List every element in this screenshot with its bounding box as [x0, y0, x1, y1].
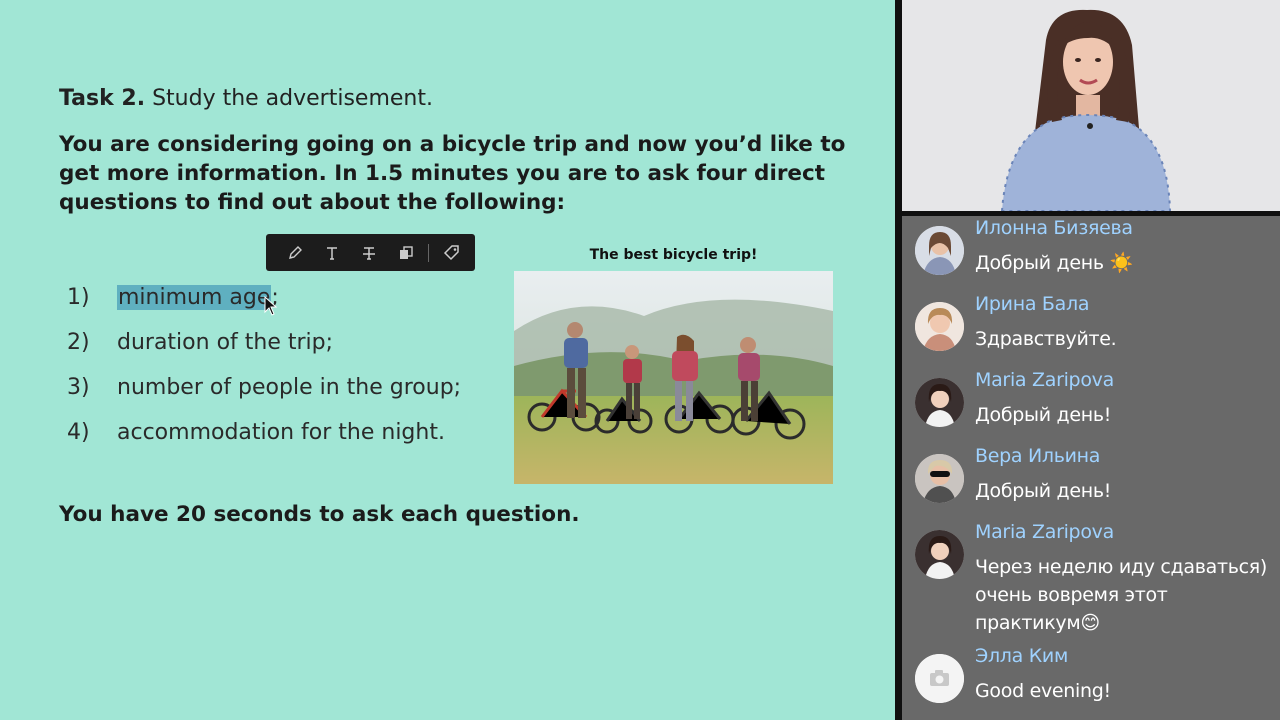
- list-item: 3) number of people in the group;: [67, 365, 461, 410]
- task-label: Task 2.: [59, 86, 146, 111]
- chat-message: Илонна Бизяева Добрый день ☀️: [902, 216, 1280, 292]
- task-text: Study the advertisement.: [145, 86, 433, 111]
- text-icon[interactable]: [313, 234, 350, 271]
- avatar[interactable]: [915, 530, 964, 579]
- list-number: 2): [67, 330, 90, 355]
- tag-icon[interactable]: [433, 234, 470, 271]
- live-chat-panel[interactable]: Илонна Бизяева Добрый день ☀️ Ирина Бала…: [902, 216, 1280, 720]
- chat-message: Ирина Бала Здравствуйте.: [902, 292, 1280, 368]
- strikethrough-icon[interactable]: [350, 234, 387, 271]
- presentation-slide: Task 2. Study the advertisement. You are…: [0, 0, 895, 720]
- advertisement-title: The best bicycle trip!: [589, 247, 758, 263]
- chat-text: Добрый день!: [975, 404, 1112, 426]
- chat-message: Maria Zaripova Добрый день!: [902, 368, 1280, 444]
- list-number: 3): [67, 375, 90, 400]
- chat-text: Здравствуйте.: [975, 328, 1117, 350]
- avatar[interactable]: [915, 378, 964, 427]
- chat-message: Вера Ильина Добрый день!: [902, 444, 1280, 520]
- chat-text-line: Через неделю иду сдаваться): [975, 556, 1268, 578]
- chat-username[interactable]: Maria Zaripova: [975, 521, 1114, 543]
- chat-text: Добрый день!: [975, 480, 1112, 502]
- highlighted-text[interactable]: minimum age: [117, 285, 272, 310]
- camera-icon: [915, 654, 964, 703]
- chat-text-line: практикум😊: [975, 612, 1100, 634]
- toolbar-divider: [428, 243, 429, 262]
- chat-message: Элла Ким Good evening!: [902, 644, 1280, 720]
- list-text: accommodation for the night.: [117, 420, 445, 445]
- avatar[interactable]: [915, 302, 964, 351]
- pen-icon[interactable]: [276, 234, 313, 271]
- chat-text: Добрый день ☀️: [975, 252, 1133, 274]
- list-item: 4) accommodation for the night.: [67, 410, 461, 455]
- chat-text-line: очень вовремя этот: [975, 584, 1168, 606]
- task-instructions: You are considering going on a bicycle t…: [59, 132, 846, 215]
- chat-username[interactable]: Илонна Бизяева: [975, 217, 1133, 239]
- chat-text: Через неделю иду сдаваться) очень воврем…: [975, 553, 1275, 637]
- chat-username[interactable]: Вера Ильина: [975, 445, 1100, 467]
- bicycle-family-photo: [514, 271, 833, 484]
- list-text: duration of the trip;: [117, 330, 334, 355]
- copy-icon[interactable]: [387, 234, 424, 271]
- chat-username[interactable]: Ирина Бала: [975, 293, 1090, 315]
- chat-message: Maria Zaripova Через неделю иду сдаватьс…: [902, 520, 1280, 652]
- webcam-video: [902, 0, 1280, 211]
- list-item: 2) duration of the trip;: [67, 320, 461, 365]
- task-title: Task 2. Study the advertisement.: [59, 86, 433, 111]
- list-number: 4): [67, 420, 90, 445]
- chat-username[interactable]: Maria Zaripova: [975, 369, 1114, 391]
- list-text: number of people in the group;: [117, 375, 462, 400]
- list-number: 1): [67, 285, 90, 310]
- time-limit-note: You have 20 seconds to ask each question…: [59, 502, 580, 527]
- list-text[interactable]: minimum age;: [117, 285, 279, 310]
- chat-username[interactable]: Элла Ким: [975, 645, 1068, 667]
- annotation-toolbar: [266, 234, 475, 271]
- chat-text: Good evening!: [975, 680, 1111, 702]
- avatar[interactable]: [915, 454, 964, 503]
- avatar[interactable]: [915, 226, 964, 275]
- avatar[interactable]: [915, 654, 964, 703]
- mouse-cursor-icon: [264, 296, 278, 316]
